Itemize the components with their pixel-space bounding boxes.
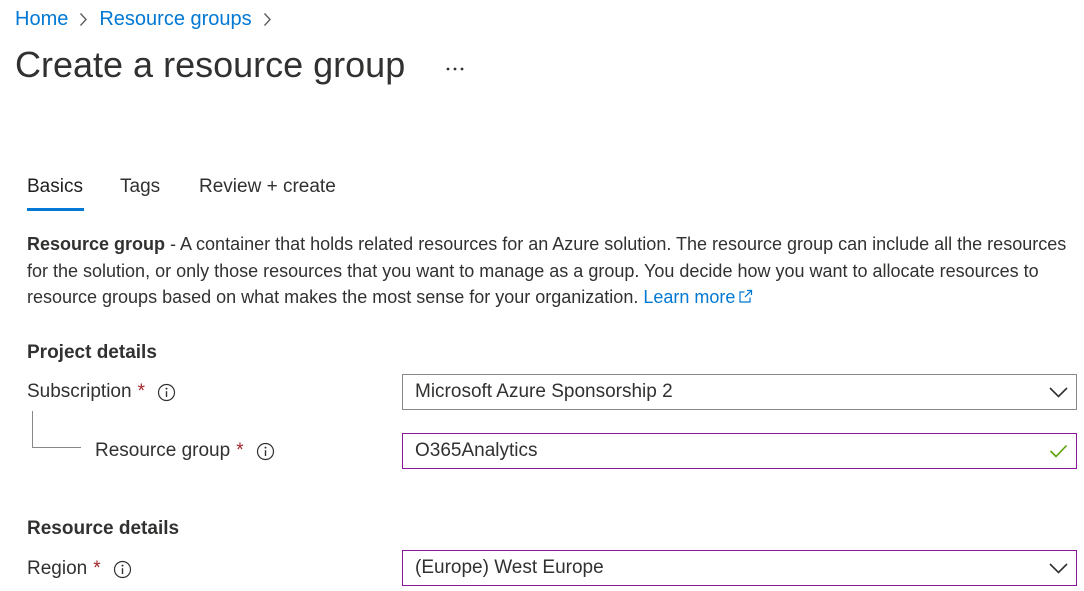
resource-group-label-text: Resource group bbox=[95, 440, 231, 461]
required-indicator: * bbox=[236, 440, 244, 461]
subscription-label: Subscription * bbox=[27, 379, 176, 405]
checkmark-icon bbox=[1040, 434, 1076, 468]
project-details-heading: Project details bbox=[27, 342, 157, 363]
subscription-selected-value: Microsoft Azure Sponsorship 2 bbox=[415, 381, 673, 402]
chevron-right-icon bbox=[79, 12, 88, 27]
external-link-icon bbox=[739, 289, 753, 303]
page-title: Create a resource group bbox=[15, 44, 406, 85]
breadcrumb-home-link[interactable]: Home bbox=[15, 8, 68, 31]
active-tab-indicator bbox=[27, 208, 84, 211]
region-selected-value: (Europe) West Europe bbox=[415, 557, 604, 578]
tab-tags[interactable]: Tags bbox=[120, 172, 165, 214]
info-icon[interactable] bbox=[256, 442, 275, 461]
info-icon[interactable] bbox=[113, 560, 132, 579]
learn-more-label: Learn more bbox=[643, 287, 736, 307]
region-label-text: Region bbox=[27, 558, 88, 579]
chevron-right-icon bbox=[263, 12, 272, 27]
tree-connector bbox=[32, 411, 81, 448]
breadcrumb-resource-groups-link[interactable]: Resource groups bbox=[99, 8, 251, 31]
resource-group-description: Resource group - A container that holds … bbox=[27, 231, 1067, 311]
region-label: Region * bbox=[27, 556, 132, 582]
breadcrumb: Home Resource groups bbox=[15, 6, 283, 32]
ellipsis-icon bbox=[446, 67, 464, 71]
tab-label: Basics bbox=[27, 176, 83, 197]
chevron-down-icon bbox=[1040, 375, 1076, 409]
tab-basics[interactable]: Basics bbox=[27, 172, 84, 214]
info-icon[interactable] bbox=[157, 383, 176, 402]
resource-group-text-field[interactable] bbox=[415, 434, 1040, 468]
required-indicator: * bbox=[137, 381, 145, 402]
tab-label: Tags bbox=[120, 176, 161, 197]
description-text: - A container that holds related resourc… bbox=[27, 234, 1067, 307]
resource-details-heading: Resource details bbox=[27, 518, 180, 539]
region-dropdown[interactable]: (Europe) West Europe bbox=[402, 550, 1077, 586]
more-options-button[interactable] bbox=[438, 60, 472, 78]
resource-group-label: Resource group * bbox=[95, 438, 275, 464]
resource-group-input[interactable] bbox=[402, 433, 1077, 469]
tab-review-create[interactable]: Review + create bbox=[199, 172, 349, 214]
subscription-label-text: Subscription bbox=[27, 381, 132, 402]
learn-more-link[interactable]: Learn more bbox=[643, 287, 753, 307]
description-term: Resource group bbox=[27, 234, 166, 254]
chevron-down-icon bbox=[1040, 551, 1076, 585]
tab-label: Review + create bbox=[199, 176, 336, 197]
required-indicator: * bbox=[93, 558, 101, 579]
subscription-dropdown[interactable]: Microsoft Azure Sponsorship 2 bbox=[402, 374, 1077, 410]
